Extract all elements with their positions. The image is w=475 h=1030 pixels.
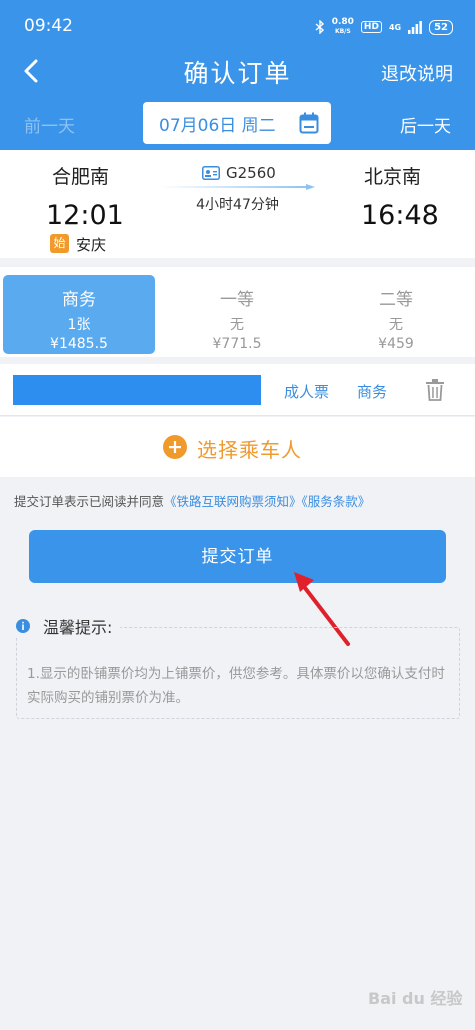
seat-count: 无 <box>230 317 244 333</box>
tips-body: 1.显示的卧铺票价均为上铺票价，供您参考。具体票价以您确认支付时实际购买的铺别票… <box>27 666 445 706</box>
battery-indicator: 52 <box>429 19 453 35</box>
arrival-station: 北京南 <box>364 166 422 188</box>
arrival-time: 16:48 <box>361 200 439 231</box>
train-number-label: G2560 <box>226 164 276 182</box>
train-info-card: 合肥南 北京南 G2560 4小时47分钟 12:01 16:48 始 安庆 <box>0 150 475 258</box>
ticket-notice-link[interactable]: 《铁路互联网购票须知》 <box>164 494 302 509</box>
agreement-prefix: 提交订单表示已阅读并同意 <box>14 494 165 509</box>
info-icon <box>16 619 30 633</box>
route-arrow-icon <box>160 184 315 190</box>
status-icons: 0.80 KB/S HD 4G 52 <box>315 18 453 36</box>
id-card-icon <box>202 166 220 180</box>
network-speed: 0.80 KB/S <box>332 18 354 36</box>
submit-order-button[interactable]: 提交订单 <box>29 530 446 583</box>
speed-unit: KB/S <box>334 28 351 35</box>
tips-header: 温馨提示: <box>16 614 121 638</box>
seat-name: 二等 <box>379 290 413 310</box>
seat-name: 一等 <box>220 290 254 310</box>
status-bar: 09:42 0.80 KB/S HD 4G 52 <box>0 0 475 52</box>
passenger-seat-class[interactable]: 商务 <box>357 381 387 402</box>
next-day-button[interactable]: 后一天 <box>400 112 451 137</box>
seat-count: 无 <box>389 317 403 333</box>
refund-policy-link[interactable]: 退改说明 <box>381 60 453 86</box>
via-city: 安庆 <box>76 236 107 254</box>
passenger-name-redacted <box>13 375 261 405</box>
ticket-type-selector[interactable]: 成人票 <box>284 381 329 402</box>
calendar-icon <box>299 112 319 134</box>
hd-badge: HD <box>360 21 382 33</box>
select-passenger-label: 选择乘车人 <box>197 438 302 462</box>
seat-count: 1张 <box>67 317 91 333</box>
seat-option-second[interactable]: 二等 无 ¥459 <box>320 275 472 354</box>
seat-price: ¥1485.5 <box>50 336 108 352</box>
seat-name: 商务 <box>62 290 96 310</box>
status-time: 09:42 <box>24 16 73 36</box>
terms-of-service-link[interactable]: 《服务条款》 <box>302 494 371 509</box>
bluetooth-icon <box>315 20 324 34</box>
seat-option-first[interactable]: 一等 无 ¥771.5 <box>161 275 313 354</box>
selected-date: 07月06日 周二 <box>159 115 276 136</box>
date-picker[interactable]: 07月06日 周二 <box>143 102 331 144</box>
plus-circle-icon <box>163 435 187 459</box>
seat-price: ¥459 <box>378 336 414 352</box>
header: 09:42 0.80 KB/S HD 4G 52 确认订单 退改说明 前一天 0… <box>0 0 475 150</box>
seat-price: ¥771.5 <box>212 336 262 352</box>
prev-day-button[interactable]: 前一天 <box>24 112 75 137</box>
watermark: Bai du 经验 <box>368 989 463 1008</box>
agreement-text: 提交订单表示已阅读并同意《铁路互联网购票须知》《服务条款》 <box>14 491 370 510</box>
departure-time: 12:01 <box>46 200 124 231</box>
signal-icon <box>408 20 422 34</box>
select-passenger-button[interactable]: 选择乘车人 <box>0 417 475 477</box>
seat-class-selector: 商务 1张 ¥1485.5 一等 无 ¥771.5 二等 无 ¥459 <box>0 267 475 357</box>
trash-icon[interactable] <box>426 379 444 401</box>
passenger-row: 成人票 商务 <box>0 364 475 416</box>
tips-title: 温馨提示: <box>43 618 113 637</box>
departure-station: 合肥南 <box>52 166 110 188</box>
network-type: 4G <box>388 22 402 32</box>
train-number: G2560 <box>202 164 276 182</box>
seat-option-business[interactable]: 商务 1张 ¥1485.5 <box>3 275 155 354</box>
origin-badge: 始 <box>50 234 69 253</box>
speed-value: 0.80 <box>331 17 354 27</box>
